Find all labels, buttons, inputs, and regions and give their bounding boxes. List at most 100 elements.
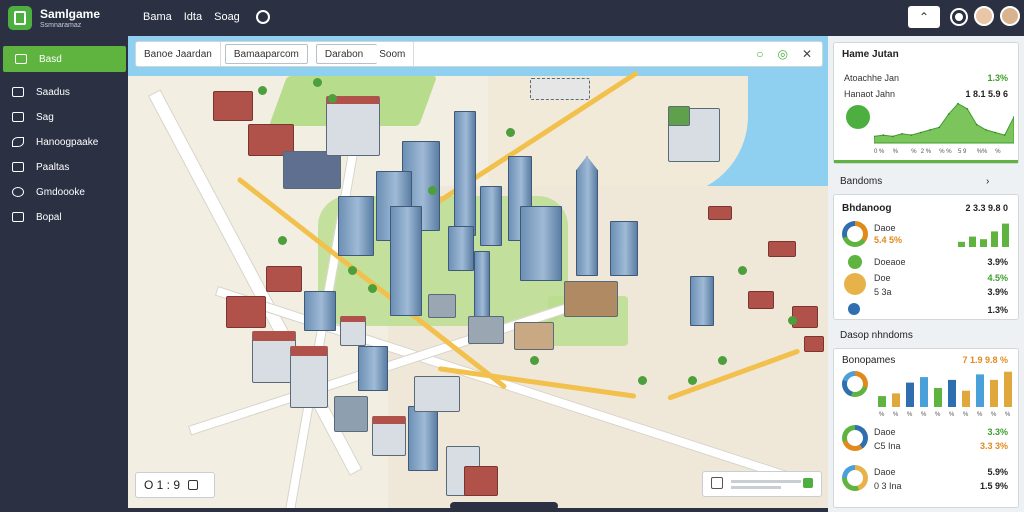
bar (892, 393, 900, 407)
map-scrollbar[interactable] (450, 502, 558, 510)
building[interactable] (283, 151, 341, 189)
metric-label: Daoe (874, 223, 896, 233)
building[interactable] (326, 96, 380, 156)
building[interactable] (340, 316, 366, 346)
bar (878, 396, 886, 407)
globe-icon (12, 187, 24, 197)
building[interactable] (213, 91, 253, 121)
building[interactable] (266, 266, 302, 292)
tick-label: % (949, 412, 955, 417)
building[interactable] (804, 336, 824, 352)
bar (934, 388, 942, 407)
section-title-bandoms: Bandoms (840, 176, 883, 187)
sidebar-item-label: Paaltas (36, 161, 70, 173)
sidebar-item-basd[interactable]: Basd (3, 46, 126, 72)
building[interactable] (768, 241, 796, 257)
building[interactable] (468, 316, 504, 344)
skyscraper[interactable] (520, 206, 562, 281)
tree (788, 316, 797, 325)
skyscraper[interactable] (390, 206, 422, 316)
tab-bamaaparcom[interactable]: Bamaaparcom (224, 44, 308, 64)
summary-row1-label: Atoachhe Jan (844, 73, 900, 83)
area-chart: 0 %%%2 %% %5 9%%%% (874, 102, 1014, 155)
tab-banoe-jaardan[interactable]: Banoe Jaardan (136, 42, 221, 66)
breakdown-label: 0 3 Ina (874, 481, 902, 491)
layer-slider[interactable] (731, 480, 801, 483)
sidebar-item-gmdoooke[interactable]: Gmdoooke (0, 179, 126, 205)
sidebar-item-sag[interactable]: Sag (0, 104, 126, 130)
bar-chart (958, 223, 1009, 247)
sidebar-item-label: Sag (36, 111, 54, 123)
sidebar-item-hanoogpaake[interactable]: Hanoogpaake (0, 129, 126, 155)
card-accent (834, 160, 1018, 163)
metric-label: 5 3a (874, 287, 892, 297)
breakdown-label: Daoe (874, 427, 896, 437)
building[interactable] (372, 416, 406, 456)
skyscraper[interactable] (408, 406, 438, 471)
nav-item-1[interactable]: Bama (143, 11, 172, 23)
chevron-right-icon[interactable]: › (986, 176, 989, 187)
building[interactable] (708, 206, 732, 220)
building[interactable] (464, 466, 498, 496)
layer-control[interactable] (702, 471, 822, 497)
building[interactable] (290, 346, 328, 408)
skyscraper[interactable] (358, 346, 388, 391)
app-logo[interactable] (8, 6, 32, 30)
breakdown-title: Bonopames (842, 355, 896, 366)
top-bar: Samlgame Ssmnaramaz Bama Idta Soag ⌃ (0, 0, 1024, 36)
layers-icon (12, 87, 24, 97)
refresh-icon[interactable] (256, 10, 270, 24)
tab-soom[interactable]: Soom (371, 42, 415, 66)
skyscraper[interactable] (448, 226, 474, 271)
bar-chart: %%%%%%%%%% (878, 371, 1012, 417)
settings-icon (12, 162, 24, 172)
notification-icon[interactable] (952, 10, 966, 24)
fullscreen-icon[interactable] (188, 480, 199, 490)
tree (278, 236, 287, 245)
breakdown-label: C5 Ina (874, 441, 901, 451)
info-icon[interactable]: ◎ (777, 47, 787, 61)
building[interactable] (748, 291, 774, 309)
layer-toggle-icon[interactable] (803, 478, 813, 488)
building[interactable] (414, 376, 460, 412)
building[interactable] (514, 322, 554, 350)
map-pin[interactable] (668, 106, 690, 126)
skyscraper[interactable] (576, 156, 598, 276)
skyscraper[interactable] (610, 221, 638, 276)
tab-darabon[interactable]: Darabon (315, 44, 378, 64)
layer-slider[interactable] (731, 486, 781, 489)
skyscraper[interactable] (690, 276, 714, 326)
map-search-bar[interactable]: Banoe Jaardan Bamaaparcom Darabon Soom ○… (135, 41, 823, 67)
building[interactable] (530, 78, 590, 100)
sidebar-item-bopal[interactable]: Bopal (0, 204, 126, 230)
bar (990, 379, 998, 407)
building[interactable] (564, 281, 618, 317)
nav-item-2[interactable]: Idta (184, 11, 202, 23)
skyscraper[interactable] (304, 291, 336, 331)
sidebar-item-saadus[interactable]: Saadus (0, 79, 126, 105)
sidebar-item-paaltas[interactable]: Paaltas (0, 154, 126, 180)
skyscraper[interactable] (338, 196, 374, 256)
search-icon[interactable]: ○ (756, 47, 763, 61)
tree (258, 86, 267, 95)
home-button[interactable]: ⌃ (908, 6, 940, 28)
building[interactable] (428, 294, 456, 318)
skyscraper[interactable] (454, 111, 476, 236)
zoom-control[interactable]: O 1 : 9 (135, 472, 215, 498)
building[interactable] (226, 296, 266, 328)
metric-value: 1.3% (987, 305, 1008, 315)
layers-icon[interactable] (711, 477, 723, 489)
area-point (910, 134, 913, 136)
area-point (975, 123, 978, 126)
city-map[interactable] (128, 36, 828, 508)
summary-row2-value: 1 8.1 5.9 6 (965, 89, 1008, 99)
avatar-2[interactable] (1000, 6, 1020, 26)
avatar-1[interactable] (974, 6, 994, 26)
nav-item-3[interactable]: Soag (214, 11, 240, 23)
metric-value: 4.5% (987, 273, 1008, 283)
area-point (994, 131, 997, 134)
metric-label: Doeaoe (874, 257, 906, 267)
building[interactable] (334, 396, 368, 432)
close-icon[interactable]: ✕ (802, 47, 812, 61)
skyscraper[interactable] (480, 186, 502, 246)
